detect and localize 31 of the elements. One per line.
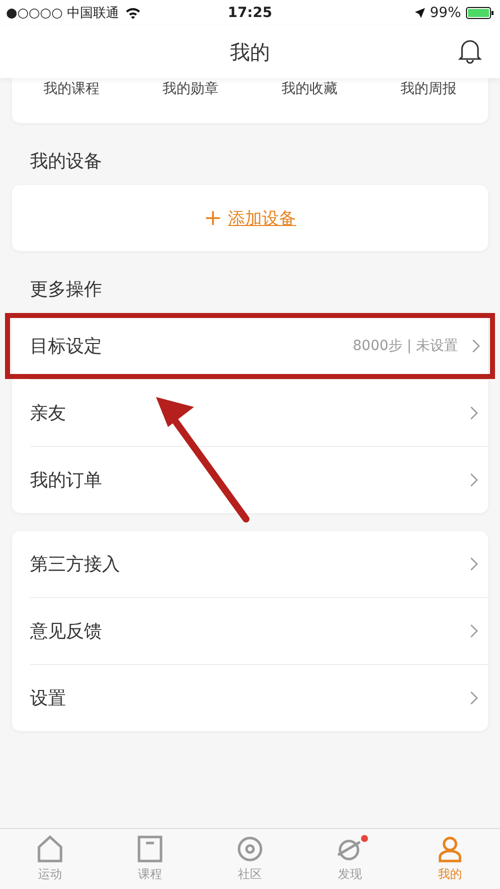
section-heading: 更多操作: [29, 278, 103, 302]
chevron-right-icon: [470, 624, 478, 638]
book-icon: [136, 835, 164, 863]
bell-icon[interactable]: [458, 38, 482, 64]
chevron-right-icon: [470, 406, 478, 420]
menu-row[interactable]: 设置: [30, 665, 488, 731]
battery-icon: [466, 7, 494, 19]
chevron-right-icon: [472, 339, 480, 353]
chevron-right-icon: [470, 473, 478, 487]
chevron-right-icon: [470, 557, 478, 571]
menu-row[interactable]: 亲友: [30, 380, 488, 446]
clock-time: 17:25: [226, 5, 274, 21]
plus-icon: +: [204, 206, 222, 230]
battery-percent: 99%: [430, 5, 461, 21]
chevron-right-icon: [470, 691, 478, 705]
shortcut-link[interactable]: 我的收藏: [282, 80, 338, 98]
menu-row[interactable]: 意见反馈: [30, 598, 488, 664]
shortcut-link[interactable]: 我的周报: [400, 80, 456, 98]
person-icon: [436, 835, 464, 863]
wifi-icon: [124, 7, 141, 19]
section-heading: 我的设备: [29, 150, 103, 174]
location-arrow-icon: [414, 8, 425, 18]
menu-row[interactable]: 目标设定 8000步 | 未设置: [5, 313, 495, 379]
carrier-text: ●○○○○ 中国联通: [6, 5, 119, 22]
home-icon: [36, 835, 64, 863]
menu-row[interactable]: 我的订单: [30, 447, 488, 513]
menu-row[interactable]: 第三方接入: [30, 531, 488, 597]
page-title: 我的: [230, 38, 270, 66]
shortcut-link[interactable]: 我的勋章: [162, 80, 218, 98]
disc-icon: [236, 835, 264, 863]
shortcut-link[interactable]: 我的课程: [44, 80, 100, 98]
